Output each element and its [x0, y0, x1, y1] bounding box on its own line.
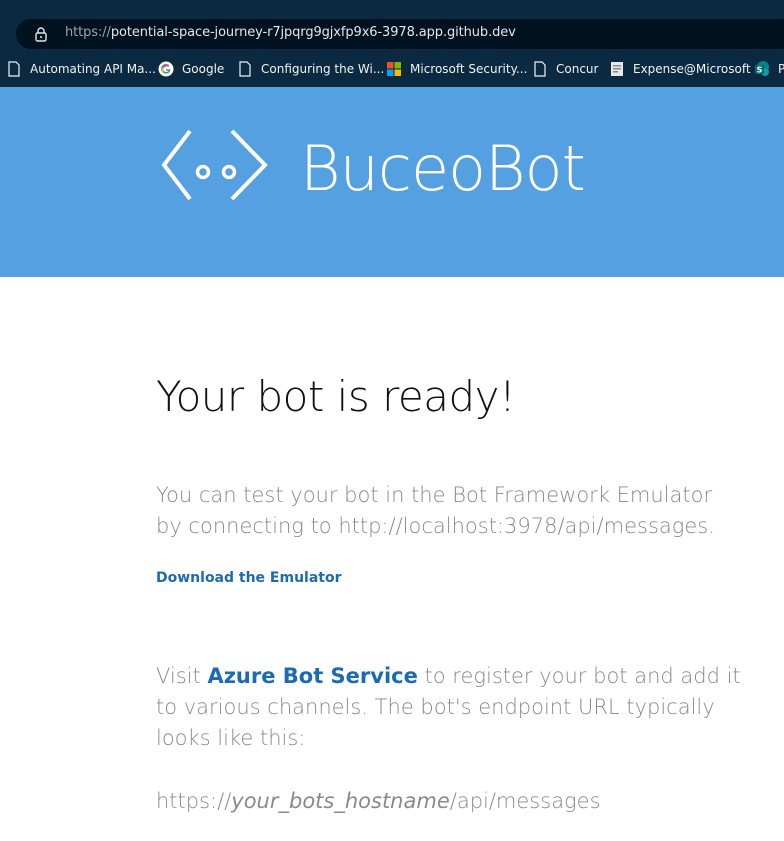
google-icon — [158, 61, 174, 77]
bookmark-automating-api[interactable]: Automating API Ma... — [6, 56, 156, 82]
bookmark-concur[interactable]: Concur — [532, 56, 598, 82]
bookmark-microsoft-security[interactable]: Microsoft Security... — [386, 56, 527, 82]
download-emulator-link[interactable]: Download the Emulator — [156, 570, 342, 586]
endpoint-suffix: /api/messages — [449, 789, 601, 813]
test-line-1: You can test your bot in the Bot Framewo… — [156, 483, 713, 507]
url-text[interactable]: https://potential-space-journey-r7jpqrg9… — [65, 25, 516, 40]
address-bar[interactable]: https://potential-space-journey-r7jpqrg9… — [16, 19, 784, 49]
bookmark-label: Google — [182, 62, 225, 76]
test-line-2: by connecting to http://localhost:3978/a… — [156, 514, 715, 538]
page-icon — [534, 61, 546, 77]
bookmark-google[interactable]: Google — [158, 56, 224, 82]
test-instructions: You can test your bot in the Bot Framewo… — [156, 480, 756, 542]
endpoint-host: your_bots_hostname — [231, 789, 450, 813]
bookmark-label: Microsoft Security... — [410, 62, 528, 76]
microsoft-icon — [387, 62, 401, 76]
azure-bot-service-link[interactable]: Azure Bot Service — [207, 664, 417, 688]
page-title: Your bot is ready! — [156, 372, 516, 421]
bookmark-label: Configuring the Wi... — [261, 62, 385, 76]
bookmark-sharepoint[interactable]: S P — [754, 56, 784, 82]
svg-text:S: S — [757, 66, 763, 75]
azure-instructions: Visit Azure Bot Service to register your… — [156, 661, 766, 754]
header-banner: BuceoBot — [0, 87, 784, 277]
bookmark-label: Expense@Microsoft — [633, 62, 751, 76]
bookmark-expense[interactable]: Expense@Microsoft — [609, 56, 751, 82]
bookmark-label: Concur — [556, 62, 599, 76]
browser-chrome: https://potential-space-journey-r7jpqrg9… — [0, 0, 784, 87]
endpoint-prefix: https:// — [156, 789, 232, 813]
endpoint-example: https://your_bots_hostname/api/messages — [156, 786, 601, 817]
sharepoint-icon: S — [755, 61, 769, 76]
bookmark-configuring[interactable]: Configuring the Wi... — [237, 56, 384, 82]
brand-name: BuceoBot — [300, 132, 586, 205]
bookmark-label: P — [778, 62, 784, 76]
page-icon — [239, 61, 251, 77]
bot-logo-icon — [161, 129, 268, 201]
bookmark-label: Automating API Ma... — [30, 62, 156, 76]
visit-prefix: Visit — [156, 664, 208, 688]
lock-icon[interactable] — [33, 26, 49, 42]
page-icon — [8, 61, 20, 77]
expense-icon — [611, 62, 623, 76]
bookmarks-bar: Automating API Ma... Google Configuring … — [0, 56, 784, 82]
